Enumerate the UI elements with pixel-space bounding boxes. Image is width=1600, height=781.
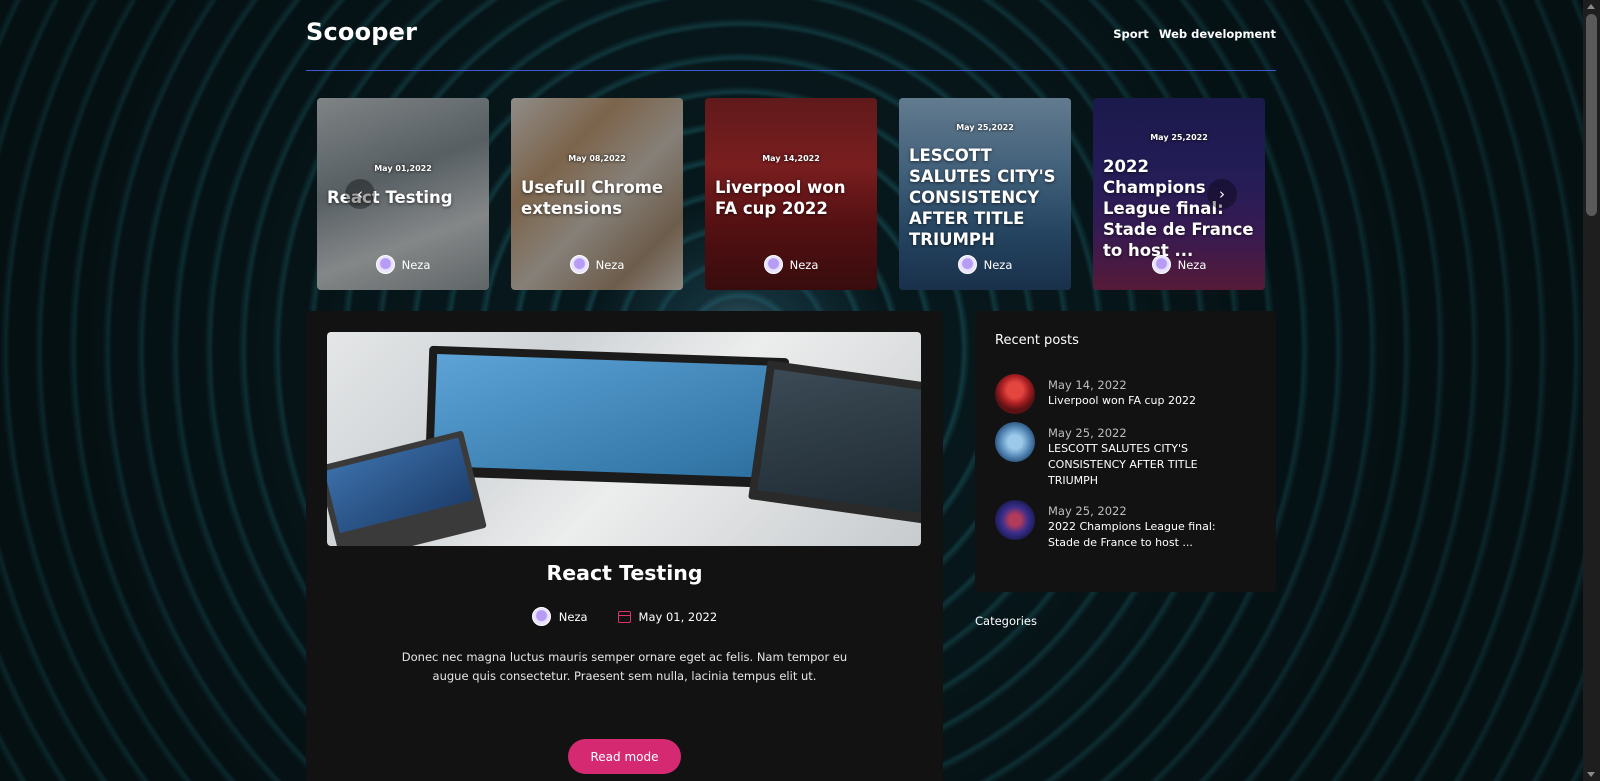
- card-title: Liverpool won FA cup 2022: [715, 178, 846, 218]
- card-title: 2022 Champions League final: Stade de Fr…: [1103, 157, 1254, 260]
- recent-post-thumbnail: [995, 422, 1035, 462]
- slider-next-button[interactable]: ›: [1207, 179, 1237, 209]
- featured-slider: May 01,2022 React Testing Neza May 08,20…: [317, 98, 1265, 290]
- recent-post-thumbnail: [995, 374, 1035, 414]
- recent-post-date: May 25, 2022: [1048, 426, 1127, 440]
- card-author: Neza: [705, 255, 877, 274]
- post-hero-image[interactable]: [327, 332, 921, 546]
- recent-post-date: May 14, 2022: [1048, 378, 1127, 392]
- recent-post-date: May 25, 2022: [1048, 504, 1127, 518]
- card-date: May 25,2022: [956, 123, 1014, 132]
- chevron-right-icon: ›: [1219, 185, 1225, 203]
- calendar-icon: [617, 610, 631, 623]
- post-author: Neza: [558, 609, 588, 624]
- card-date: May 14,2022: [762, 154, 820, 163]
- avatar: [375, 255, 395, 274]
- site-header: Scooper Sport Web development: [306, 16, 1276, 71]
- nav-link-sport[interactable]: Sport: [1113, 27, 1149, 41]
- card-author-name: Neza: [1177, 257, 1207, 272]
- card-date: May 25,2022: [1150, 133, 1208, 142]
- read-more-button[interactable]: Read mode: [568, 739, 681, 774]
- recent-posts-title: Recent posts: [995, 333, 1079, 348]
- card-title: Usefull Chrome extensions: [521, 178, 664, 218]
- recent-post-title: 2022 Champions League final: Stade de Fr…: [1048, 520, 1216, 549]
- avatar: [957, 255, 977, 274]
- main-post: React Testing Neza May 01, 2022 Donec ne…: [306, 311, 943, 781]
- post-date: May 01, 2022: [638, 609, 718, 624]
- recent-post-title: LESCOTT SALUTES CITY'S CONSISTENCY AFTER…: [1048, 442, 1198, 487]
- scroll-down-arrow-icon[interactable]: [1587, 772, 1595, 777]
- card-author: Neza: [1093, 255, 1265, 274]
- recent-posts-panel: Recent posts May 14, 2022 Liverpool won …: [975, 311, 1276, 592]
- card-author-name: Neza: [983, 257, 1013, 272]
- slider-card[interactable]: May 25,2022 2022 Champions League final:…: [1093, 98, 1265, 290]
- post-title[interactable]: React Testing: [306, 561, 943, 585]
- slider-card[interactable]: May 14,2022 Liverpool won FA cup 2022 Ne…: [705, 98, 877, 290]
- card-author: Neza: [511, 255, 683, 274]
- card-author-name: Neza: [401, 257, 431, 272]
- card-author-name: Neza: [789, 257, 819, 272]
- site-logo[interactable]: Scooper: [306, 18, 417, 46]
- main-nav: Sport Web development: [1113, 27, 1276, 41]
- slider-prev-button[interactable]: ‹: [345, 179, 375, 209]
- avatar: [569, 255, 589, 274]
- recent-post-title: Liverpool won FA cup 2022: [1048, 394, 1197, 407]
- card-date: May 08,2022: [568, 154, 626, 163]
- card-author-name: Neza: [595, 257, 625, 272]
- post-excerpt: Donec nec magna luctus mauris semper orn…: [401, 650, 848, 683]
- page-scrollbar[interactable]: [1583, 0, 1600, 781]
- categories-heading: Categories: [975, 614, 1037, 628]
- avatar: [1151, 255, 1171, 274]
- card-author: Neza: [899, 255, 1071, 274]
- slider-card[interactable]: May 01,2022 React Testing Neza: [317, 98, 489, 290]
- recent-post-thumbnail: [995, 500, 1035, 540]
- slider-card[interactable]: May 25,2022 LESCOTT SALUTES CITY'S CONSI…: [899, 98, 1071, 290]
- card-title: LESCOTT SALUTES CITY'S CONSISTENCY AFTER…: [909, 146, 1056, 249]
- scrollbar-thumb[interactable]: [1586, 14, 1597, 216]
- scroll-up-arrow-icon[interactable]: [1587, 4, 1595, 9]
- chevron-left-icon: ‹: [357, 185, 363, 203]
- avatar: [763, 255, 783, 274]
- avatar: [531, 607, 551, 626]
- slider-card[interactable]: May 08,2022 Usefull Chrome extensions Ne…: [511, 98, 683, 290]
- recent-post-item[interactable]: May 25, 2022 2022 Champions League final…: [995, 500, 1248, 551]
- post-meta: Neza May 01, 2022: [306, 607, 943, 626]
- card-author: Neza: [317, 255, 489, 274]
- nav-link-web-development[interactable]: Web development: [1159, 27, 1276, 41]
- recent-post-item[interactable]: May 14, 2022 Liverpool won FA cup 2022: [995, 374, 1248, 414]
- card-date: May 01,2022: [374, 164, 432, 173]
- recent-post-item[interactable]: May 25, 2022 LESCOTT SALUTES CITY'S CONS…: [995, 422, 1248, 489]
